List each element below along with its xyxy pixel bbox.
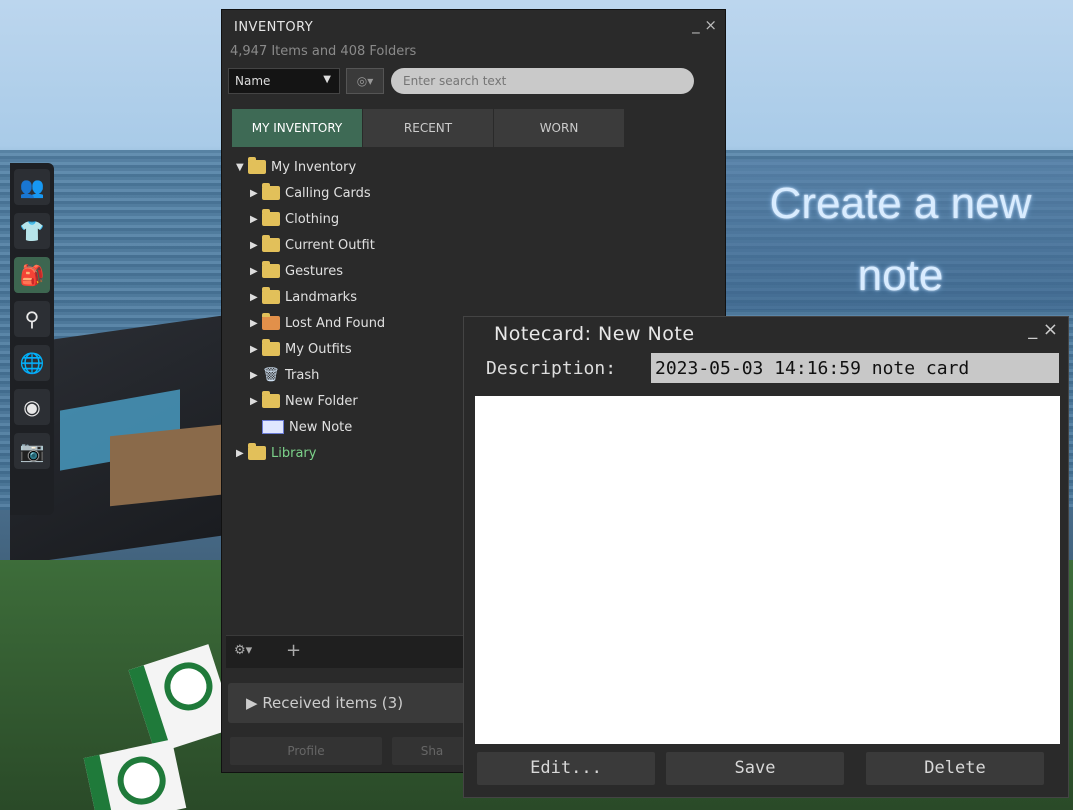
appearance-button[interactable]: 👕: [14, 213, 50, 249]
folder-icon: [262, 339, 280, 356]
add-icon[interactable]: +: [286, 640, 301, 661]
folder-icon: [262, 261, 280, 278]
map-icon: 🌐: [19, 351, 45, 375]
folder-icon: [248, 443, 266, 460]
trash-icon: 🗑: [262, 367, 280, 383]
tree-node-my-inventory[interactable]: ▼ My Inventory: [236, 154, 385, 180]
notecard-window: Notecard: New Note _ × Description: Edit…: [463, 316, 1069, 798]
tree-node-label: Gestures: [285, 263, 344, 279]
folder-icon: [262, 391, 280, 408]
side-toolbar: 👥 👕 🎒 ⚲ 🌐 ◉ 📷: [10, 163, 54, 515]
description-field[interactable]: [651, 353, 1059, 383]
folder-icon: [248, 157, 266, 174]
sign-text: Create a new note: [728, 168, 1073, 312]
folder-icon: [262, 183, 280, 200]
tree-node[interactable]: ▶ Clothing: [236, 206, 385, 232]
notecard-window-controls[interactable]: _ ×: [1028, 319, 1058, 340]
tab-my-inventory[interactable]: MY INVENTORY: [232, 109, 363, 147]
notecard-body-editor[interactable]: [475, 396, 1060, 744]
inventory-window-controls[interactable]: _ ×: [692, 16, 717, 34]
shirt-icon: 👕: [19, 219, 45, 243]
wooden-deck: [110, 423, 230, 507]
tree-node-label: Library: [271, 445, 317, 461]
tree-node-label: Lost And Found: [285, 315, 386, 331]
expand-right-icon: ▶: [250, 317, 258, 329]
camera-icon: 📷: [19, 439, 45, 463]
lost-found-folder-icon: [262, 313, 280, 330]
tab-recent[interactable]: RECENT: [363, 109, 494, 147]
tree-node-label: Calling Cards: [285, 185, 371, 201]
tree-node[interactable]: ▶ Lost And Found: [236, 310, 385, 336]
people-button[interactable]: 👥: [14, 169, 50, 205]
tree-node-library[interactable]: ▶ Library: [236, 440, 385, 466]
search-icon: ⚲: [24, 307, 40, 331]
expand-right-icon: ▶: [250, 265, 258, 277]
people-icon: 👥: [19, 175, 45, 199]
save-button[interactable]: Save: [666, 752, 844, 785]
inventory-tree: ▼ My Inventory ▶ Calling Cards ▶ Clothing ▶…: [236, 154, 385, 466]
inventory-tabs: MY INVENTORY RECENT WORN: [232, 109, 625, 147]
eye-icon: ◎▾: [356, 74, 374, 88]
tree-node-label: Trash: [285, 367, 320, 383]
tree-node-label: My Outfits: [285, 341, 352, 357]
signal-icon: ◉: [23, 395, 41, 419]
sort-label: Name: [235, 74, 271, 88]
tree-node-label: Current Outfit: [285, 237, 375, 253]
description-label: Description:: [486, 358, 617, 379]
seal-icon: [158, 656, 219, 717]
delete-button[interactable]: Delete: [866, 752, 1044, 785]
tree-node[interactable]: ▶ Calling Cards: [236, 180, 385, 206]
search-input[interactable]: [391, 68, 694, 94]
notecard-title: Notecard: New Note: [494, 323, 695, 345]
profile-button[interactable]: Profile: [230, 737, 382, 765]
folder-icon: [262, 235, 280, 252]
expand-right-icon: ▶: [250, 395, 258, 407]
tree-node-label: New Note: [289, 419, 353, 435]
expand-right-icon: ▶: [250, 291, 258, 303]
snapshot-button[interactable]: 📷: [14, 433, 50, 469]
tree-node-new-note[interactable]: New Note: [236, 414, 385, 440]
chevron-down-icon: ▼: [323, 74, 331, 85]
tree-node-label: Landmarks: [285, 289, 357, 305]
tree-node[interactable]: ▶ New Folder: [236, 388, 385, 414]
expand-right-icon: ▶: [250, 239, 258, 251]
tree-node[interactable]: ▶ My Outfits: [236, 336, 385, 362]
tree-node-label: My Inventory: [271, 159, 357, 175]
sign-line-2: note: [857, 251, 944, 300]
inventory-title: INVENTORY: [234, 20, 314, 35]
tree-node[interactable]: ▶ Gestures: [236, 258, 385, 284]
expand-right-icon: ▶: [246, 694, 263, 712]
share-button[interactable]: Sha: [392, 737, 472, 765]
expand-right-icon: ▶: [250, 369, 258, 381]
notecard-icon: [262, 420, 284, 434]
folder-icon: [262, 287, 280, 304]
tree-node-label: New Folder: [285, 393, 358, 409]
expand-right-icon: ▶: [250, 213, 258, 225]
expand-down-icon: ▼: [236, 161, 244, 173]
tab-worn[interactable]: WORN: [494, 109, 625, 147]
gear-icon[interactable]: ⚙▾: [234, 643, 252, 658]
received-items-label: Received items (3): [262, 694, 404, 712]
tree-node[interactable]: ▶ Landmarks: [236, 284, 385, 310]
expand-right-icon: ▶: [236, 447, 244, 459]
inventory-count: 4,947 Items and 408 Folders: [230, 44, 417, 59]
edit-button[interactable]: Edit...: [477, 752, 655, 785]
inventory-icon: 🎒: [19, 263, 45, 287]
map-button[interactable]: 🌐: [14, 345, 50, 381]
expand-right-icon: ▶: [250, 343, 258, 355]
tree-node-label: Clothing: [285, 211, 340, 227]
seal-icon: [113, 752, 171, 810]
sign-line-1: Create a new: [769, 179, 1032, 228]
tree-node[interactable]: ▶ Current Outfit: [236, 232, 385, 258]
filter-button[interactable]: ◎▾: [346, 68, 384, 94]
search-button[interactable]: ⚲: [14, 301, 50, 337]
inventory-button[interactable]: 🎒: [14, 257, 50, 293]
tree-node[interactable]: ▶ 🗑 Trash: [236, 362, 385, 388]
expand-right-icon: ▶: [250, 187, 258, 199]
folder-icon: [262, 209, 280, 226]
voice-button[interactable]: ◉: [14, 389, 50, 425]
sort-dropdown[interactable]: Name ▼: [228, 68, 340, 94]
